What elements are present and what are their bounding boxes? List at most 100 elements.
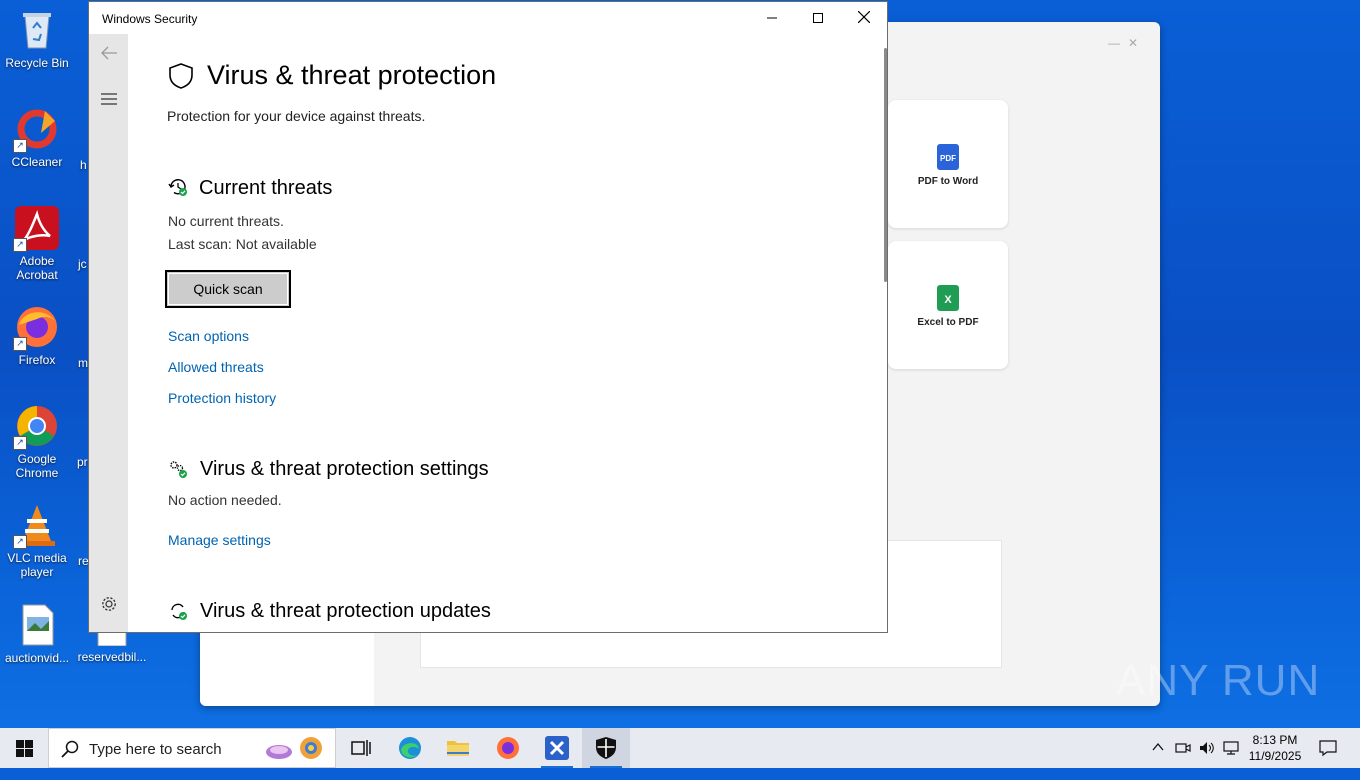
protection-history-link[interactable]: Protection history bbox=[168, 390, 276, 406]
update-sync-icon bbox=[171, 603, 187, 620]
allowed-threats-link[interactable]: Allowed threats bbox=[168, 359, 264, 375]
excel-to-pdf-card[interactable]: X Excel to PDF bbox=[888, 241, 1008, 369]
windows-security-window: Windows Security Virus & threat protecti… bbox=[88, 1, 888, 633]
google-chrome-icon[interactable]: ↗ Google Chrome bbox=[1, 404, 73, 480]
close-button[interactable] bbox=[841, 2, 887, 34]
settings-heading: Virus & threat protection settings bbox=[200, 458, 489, 480]
shortcut-arrow-icon: ↗ bbox=[13, 337, 27, 351]
ccleaner-icon[interactable]: ↗ CCleaner bbox=[1, 107, 73, 169]
desktop-icon-label: Google Chrome bbox=[15, 452, 59, 480]
ccleaner-image: ↗ bbox=[13, 107, 59, 153]
hamburger-menu-icon[interactable] bbox=[98, 88, 120, 110]
shortcut-arrow-icon: ↗ bbox=[13, 436, 27, 450]
partial-desktop-label: h bbox=[80, 158, 87, 172]
desktop-icon-label: Adobe Acrobat bbox=[16, 254, 58, 282]
vlc-media-player-icon[interactable]: ↗ VLC media player bbox=[1, 503, 73, 579]
maximize-button[interactable] bbox=[795, 2, 841, 34]
show-hidden-icons-chevron-icon[interactable] bbox=[1151, 740, 1165, 780]
reservedbil-file-icon[interactable]: reservedbil... bbox=[76, 629, 148, 664]
edge-icon bbox=[399, 737, 421, 759]
network-icon[interactable] bbox=[1223, 740, 1239, 780]
taskbar-search-box[interactable]: Type here to search bbox=[48, 728, 336, 768]
quick-scan-button[interactable]: Quick scan bbox=[165, 270, 291, 308]
card-label: PDF to Word bbox=[917, 176, 979, 187]
scan-options-link[interactable]: Scan options bbox=[168, 328, 249, 344]
manage-settings-link[interactable]: Manage settings bbox=[168, 532, 271, 548]
desktop: — ✕ PDF PDF to Word X Excel to PDF Recyc… bbox=[0, 0, 1360, 728]
recycle-bin-icon[interactable]: Recycle Bin bbox=[1, 8, 73, 70]
anyrun-watermark: ANY RUN bbox=[1116, 656, 1321, 705]
partial-desktop-label: jc bbox=[78, 257, 87, 271]
taskbar-firefox[interactable] bbox=[484, 728, 532, 768]
task-view-button[interactable] bbox=[336, 728, 384, 768]
updates-heading: Virus & threat protection updates bbox=[200, 600, 491, 622]
firefox-image: ↗ bbox=[13, 305, 59, 351]
clock-time: 8:13 PM bbox=[1252, 733, 1298, 747]
adobe-acrobat-icon[interactable]: ↗ Adobe Acrobat bbox=[1, 206, 73, 282]
vertical-scrollbar[interactable] bbox=[884, 48, 887, 282]
taskbar-windows-security[interactable] bbox=[582, 728, 630, 768]
taskbar: Type here to search 8:13 PM 11/9/2025 bbox=[0, 728, 1360, 768]
close-icon bbox=[857, 10, 871, 24]
meet-now-icon[interactable] bbox=[1175, 740, 1191, 780]
taskbar-file-explorer[interactable] bbox=[434, 728, 482, 768]
shield-icon bbox=[596, 737, 616, 759]
shortcut-arrow-icon: ↗ bbox=[13, 238, 27, 252]
auctionvid-file-icon[interactable]: auctionvid... bbox=[1, 603, 73, 665]
bg-close-icon[interactable]: ✕ bbox=[1128, 36, 1138, 50]
settings-gear-icon[interactable] bbox=[98, 595, 120, 617]
clock-date: 11/9/2025 bbox=[1248, 749, 1302, 763]
firefox-icon bbox=[497, 737, 519, 759]
folder-icon bbox=[447, 741, 469, 756]
desktop-icon-label: Recycle Bin bbox=[5, 56, 69, 70]
volume-icon[interactable] bbox=[1199, 740, 1215, 780]
app-x-icon bbox=[545, 736, 569, 760]
taskbar-edge[interactable] bbox=[386, 728, 434, 768]
adobe-acrobat-image: ↗ bbox=[13, 206, 59, 252]
page-subtitle: Protection for your device against threa… bbox=[167, 108, 426, 124]
maximize-icon bbox=[813, 13, 823, 23]
recycle-bin-image bbox=[15, 8, 59, 52]
start-button[interactable] bbox=[0, 728, 48, 768]
card-label: Excel to PDF bbox=[917, 317, 979, 328]
last-scan-text: Last scan: Not available bbox=[168, 236, 317, 252]
search-highlight-icon bbox=[266, 737, 322, 759]
scan-history-icon bbox=[168, 179, 187, 196]
search-icon bbox=[61, 740, 79, 758]
partial-desktop-label: m bbox=[78, 356, 88, 370]
desktop-icon-label: CCleaner bbox=[11, 155, 63, 169]
taskbar-clock[interactable]: 8:13 PM 11/9/2025 bbox=[1246, 732, 1304, 764]
minimize-button[interactable] bbox=[749, 2, 795, 34]
threat-status-text: No current threats. bbox=[168, 213, 284, 229]
desktop-icon-label: VLC media player bbox=[7, 551, 67, 579]
excel-file-icon: X bbox=[937, 285, 959, 311]
title-bar[interactable]: Windows Security bbox=[89, 2, 887, 34]
window-title: Windows Security bbox=[102, 12, 198, 26]
pdf-to-word-card[interactable]: PDF PDF to Word bbox=[888, 100, 1008, 228]
image-file-image bbox=[15, 603, 59, 647]
settings-status-text: No action needed. bbox=[168, 492, 282, 508]
pdf-file-icon: PDF bbox=[937, 144, 959, 170]
search-placeholder: Type here to search bbox=[89, 741, 222, 758]
shortcut-arrow-icon: ↗ bbox=[13, 139, 27, 153]
bg-minimize-icon[interactable]: — bbox=[1108, 36, 1120, 50]
task-view-icon bbox=[351, 740, 371, 756]
google-chrome-image: ↗ bbox=[13, 404, 59, 450]
current-threats-heading: Current threats bbox=[199, 177, 333, 199]
vlc-image: ↗ bbox=[13, 503, 59, 549]
page-title: Virus & threat protection bbox=[207, 60, 497, 90]
desktop-icon-label: Firefox bbox=[18, 353, 56, 367]
back-arrow-icon[interactable] bbox=[98, 43, 120, 65]
minimize-icon bbox=[767, 17, 777, 19]
windows-logo-icon bbox=[16, 740, 33, 757]
desktop-icon-label: auctionvid... bbox=[4, 651, 70, 665]
firefox-icon[interactable]: ↗ Firefox bbox=[1, 305, 73, 367]
settings-gears-icon bbox=[170, 461, 187, 478]
shield-icon bbox=[169, 63, 193, 89]
taskbar-app[interactable] bbox=[533, 728, 581, 768]
shortcut-arrow-icon: ↗ bbox=[13, 535, 27, 549]
partial-desktop-label: pr bbox=[77, 455, 88, 469]
main-content: Virus & threat protection Protection for… bbox=[128, 34, 883, 632]
navigation-pane bbox=[89, 34, 128, 632]
notification-center-icon[interactable] bbox=[1319, 739, 1337, 779]
